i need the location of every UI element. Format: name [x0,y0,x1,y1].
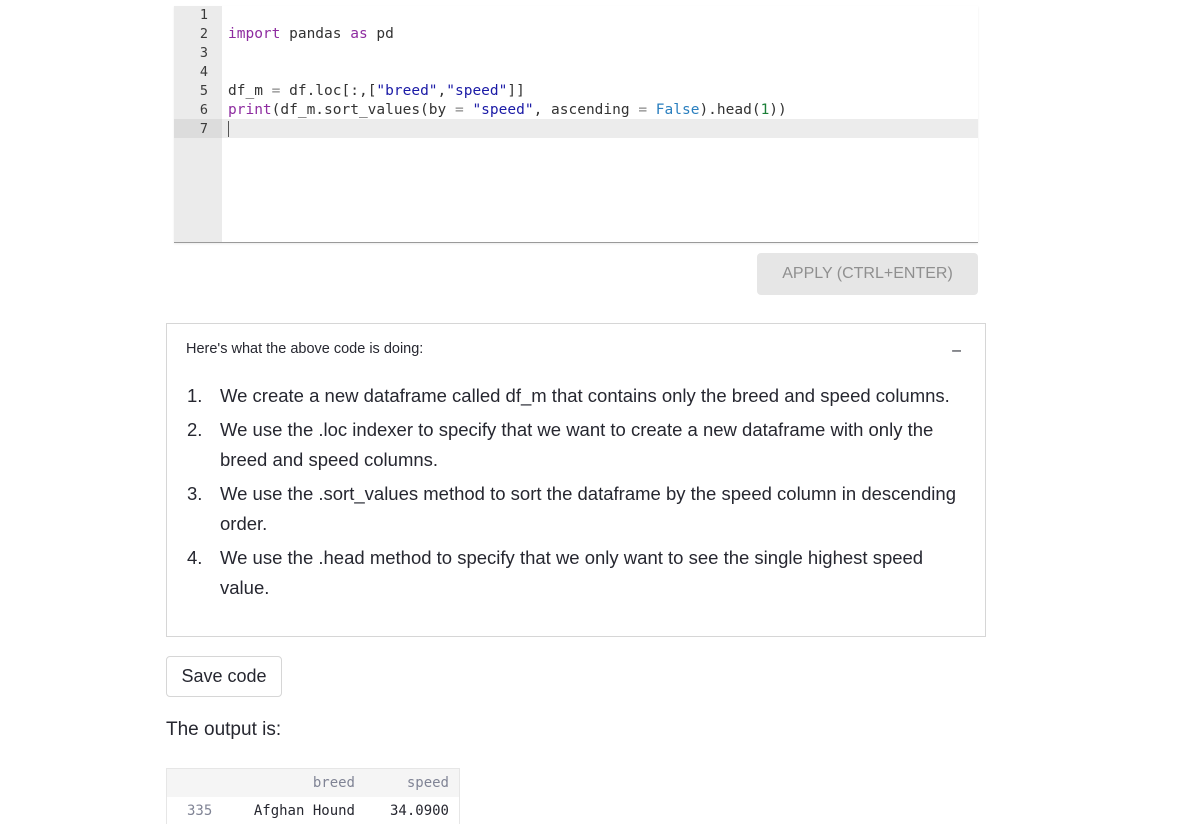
explanation-heading: Here's what the above code is doing: [186,341,424,357]
code-line[interactable]: 5 df_m = df.loc[:,["breed","speed"]] [174,82,978,101]
step-text: We use the .loc indexer to specify that … [220,419,934,470]
code-text[interactable]: import pandas as pd [228,25,394,44]
code-line[interactable]: 6 print(df_m.sort_values(by = "speed", as… [174,101,978,120]
code-editor[interactable]: 1 2 import pandas as pd 3 4 5 df_m = df.loc[:,… [174,6,978,243]
step-number: 3. [187,483,203,504]
code-token: as [350,26,368,42]
code-token: "breed" [376,83,438,99]
explanation-step: 3. We use the .sort_values method to sor… [187,479,967,539]
line-number: 6 [199,102,208,118]
code-line[interactable]: 4 [174,63,978,82]
code-token: ]] [507,83,525,99]
text-cursor [228,121,229,137]
code-text[interactable]: print(df_m.sort_values(by = "speed", asc… [228,101,787,120]
step-text: We use the .head method to specify that … [220,547,924,598]
column-header-breed: breed [312,775,355,791]
code-token: "speed" [472,102,534,118]
page: 1 2 import pandas as pd 3 4 5 df_m = df.loc[:,… [0,0,1200,824]
output-label: The output is: [166,719,282,740]
code-token: import [228,26,281,42]
apply-button[interactable]: APPLY (CTRL+ENTER) [757,253,978,295]
code-token: print [228,102,272,118]
row-index: 335 [187,803,213,819]
explanation-step: 4. We use the .head method to specify th… [187,543,967,603]
code-token: , [437,83,447,99]
code-token: pandas [280,26,351,42]
line-number: 3 [199,45,208,61]
code-line[interactable]: 7 [174,120,978,139]
collapse-button[interactable]: – [952,342,961,360]
code-token: df_m [228,83,272,99]
code-token: (df_m.sort_values(by [271,102,455,118]
explanation-step: 1. We create a new dataframe called df_m… [187,381,967,411]
code-text[interactable] [228,120,229,139]
dataframe-header: breed speed [167,769,459,797]
code-token: = [454,102,464,118]
step-number: 1. [187,385,203,406]
code-line[interactable]: 3 [174,44,978,63]
code-token: ).head( [699,102,761,118]
code-token: False [655,102,700,118]
code-line[interactable]: 2 import pandas as pd [174,25,978,44]
code-text[interactable]: df_m = df.loc[:,["breed","speed"]] [228,82,525,101]
code-token: pd [367,26,394,42]
code-token: 1 [760,102,770,118]
line-number: 5 [199,83,208,99]
explanation-panel: Here's what the above code is doing: – 1… [166,323,986,637]
table-row: 335 Afghan Hound 34.0900 [167,797,459,824]
step-text: We create a new dataframe called df_m th… [220,385,950,406]
code-token: , ascending [533,102,639,118]
cell-speed: 34.0900 [389,803,449,819]
code-token: "speed" [446,83,508,99]
step-number: 4. [187,547,203,568]
code-token: df.loc[:,[ [280,83,377,99]
step-text: We use the .sort_values method to sort t… [220,483,956,534]
code-line[interactable]: 1 [174,6,978,25]
cell-breed: Afghan Hound [253,803,355,819]
line-number: 2 [199,26,208,42]
explanation-step: 2. We use the .loc indexer to specify th… [187,415,967,475]
line-number: 1 [199,7,208,23]
column-header-speed: speed [406,775,449,791]
line-number: 7 [199,121,208,137]
code-token: = [638,102,648,118]
step-number: 2. [187,419,203,440]
code-token: )) [769,102,787,118]
line-number: 4 [199,64,208,80]
save-code-button[interactable]: Save code [166,656,282,697]
output-dataframe: breed speed 335 Afghan Hound 34.0900 [166,768,460,824]
explanation-steps: 1. We create a new dataframe called df_m… [187,381,967,607]
